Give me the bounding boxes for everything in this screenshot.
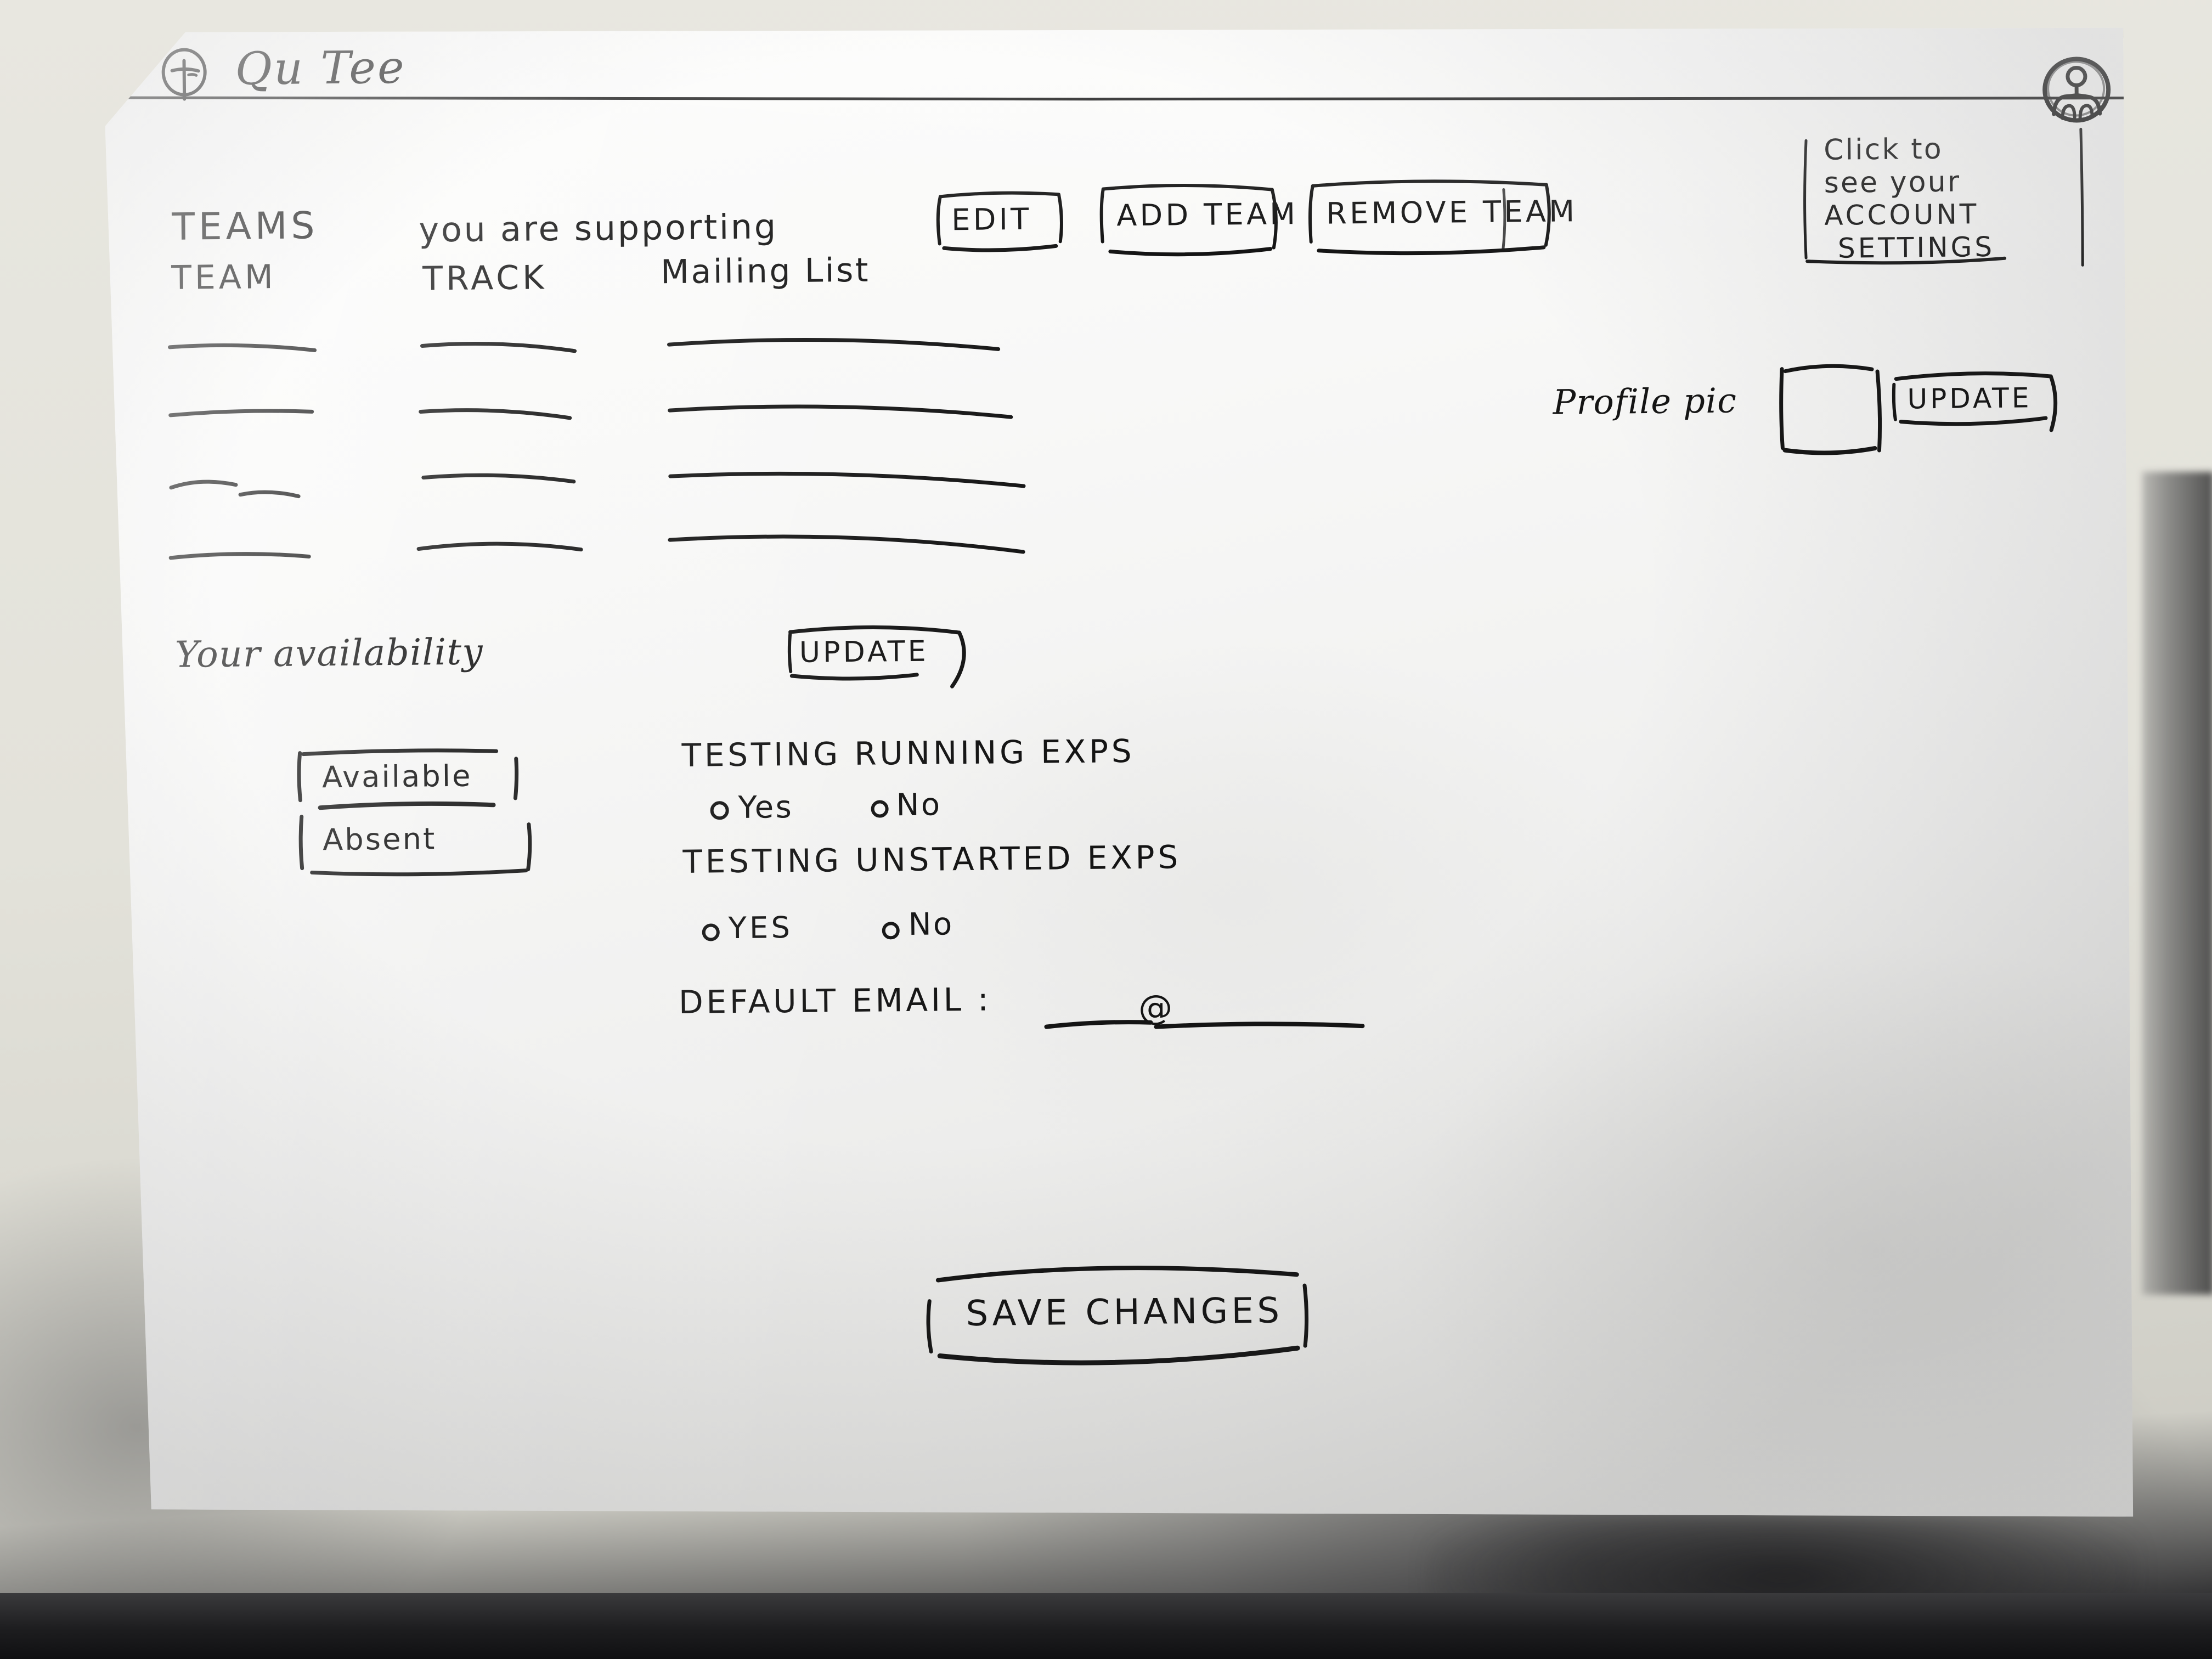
edit-button-label: EDIT <box>951 201 1032 238</box>
add-team-button[interactable]: ADD TEAM <box>1093 179 1286 262</box>
radio-running-exps-no[interactable]: No <box>868 782 1012 833</box>
save-changes-button-label: SAVE CHANGES <box>966 1290 1283 1335</box>
profile-pic-label: Profile pic <box>1553 380 1737 422</box>
default-email-row: DEFAULT EMAIL : @ <box>679 975 1447 1059</box>
default-email-label: DEFAULT EMAIL : <box>678 980 992 1022</box>
radio-unstarted-exps-no-label: No <box>908 906 954 943</box>
radio-running-exps-no-label: No <box>896 787 942 823</box>
availability-title: Your availability <box>174 630 484 676</box>
radio-running-exps-yes[interactable]: Yes <box>708 784 851 834</box>
availability-options: Available Absent <box>292 743 578 888</box>
mailing-list-field-row-3[interactable] <box>668 465 1031 501</box>
track-field-row-3[interactable] <box>421 467 586 500</box>
radio-unselected-icon <box>700 920 724 944</box>
question-testing-unstarted-exps: TESTING UNSTARTED EXPS YES No <box>682 838 1506 956</box>
availability-option-absent-label: Absent <box>322 821 437 857</box>
column-header-team: TEAM <box>171 258 276 297</box>
availability-option-available-label: Available <box>321 758 472 795</box>
question-testing-running-exps-label: TESTING RUNNING EXPS <box>681 732 1135 774</box>
radio-running-exps-yes-label: Yes <box>738 789 794 826</box>
background-panel-edge <box>2142 472 2212 1295</box>
add-team-button-label: ADD TEAM <box>1116 196 1299 233</box>
column-header-track: TRACK <box>422 258 548 298</box>
teams-title-subtext: you are supporting <box>419 206 778 250</box>
availability-update-label: UPDATE <box>799 635 929 669</box>
question-testing-running-exps: TESTING RUNNING EXPS Yes No <box>681 732 1451 844</box>
column-header-mailing-list: Mailing List <box>660 251 871 292</box>
save-changes-button[interactable]: SAVE CHANGES <box>906 1245 1335 1375</box>
team-field-row-4[interactable] <box>168 546 328 575</box>
remove-team-button[interactable]: REMOVE TEAM <box>1302 176 1560 261</box>
profile-pic-section: Profile pic UPDATE <box>1528 354 2089 480</box>
team-field-row-1[interactable] <box>167 338 326 367</box>
team-field-row-2[interactable] <box>168 404 328 433</box>
team-field-row-3[interactable] <box>169 474 334 514</box>
radio-unstarted-exps-yes[interactable]: YES <box>699 905 854 956</box>
radio-unstarted-exps-no[interactable]: No <box>879 903 1023 953</box>
radio-unselected-icon <box>708 798 732 822</box>
default-email-input-underline <box>1041 975 1381 1045</box>
availability-update-button[interactable]: UPDATE <box>778 617 981 702</box>
profile-pic-preview-outline <box>1775 356 1892 461</box>
availability-option-absent[interactable]: Absent <box>293 805 579 879</box>
mailing-list-field-row-4[interactable] <box>668 528 1030 566</box>
track-field-row-1[interactable] <box>420 337 584 366</box>
track-field-row-2[interactable] <box>419 404 583 433</box>
question-testing-unstarted-exps-label: TESTING UNSTARTED EXPS <box>682 838 1182 881</box>
edit-button[interactable]: EDIT <box>932 185 1069 258</box>
default-email-input[interactable]: @ <box>1041 975 1381 1045</box>
track-field-row-4[interactable] <box>416 535 592 568</box>
default-email-value: @ <box>1138 987 1175 1028</box>
paper-sheet: Qu Tee Click to see your ACCOUNT SETTING… <box>104 14 2137 1536</box>
profile-pic-update-label: UPDATE <box>1907 382 2032 415</box>
radio-unselected-icon <box>880 918 904 943</box>
desk-edge <box>0 1593 2212 1659</box>
profile-pic-preview[interactable] <box>1775 356 1892 461</box>
teams-section: TEAMS you are supporting EDIT ADD TEAM R… <box>104 14 2129 636</box>
availability-section: Your availability UPDATE Available Absen… <box>110 584 2133 1097</box>
radio-unselected-icon <box>868 797 893 821</box>
profile-pic-update-button[interactable]: UPDATE <box>1891 365 2067 444</box>
photograph-of-paper-wireframe: Qu Tee Click to see your ACCOUNT SETTING… <box>0 0 2212 1659</box>
mailing-list-field-row-1[interactable] <box>667 331 1007 366</box>
remove-team-button-label: REMOVE TEAM <box>1325 194 1578 231</box>
mailing-list-field-row-2[interactable] <box>667 398 1019 433</box>
teams-title: TEAMS <box>172 204 319 249</box>
radio-unstarted-exps-yes-label: YES <box>728 910 793 946</box>
